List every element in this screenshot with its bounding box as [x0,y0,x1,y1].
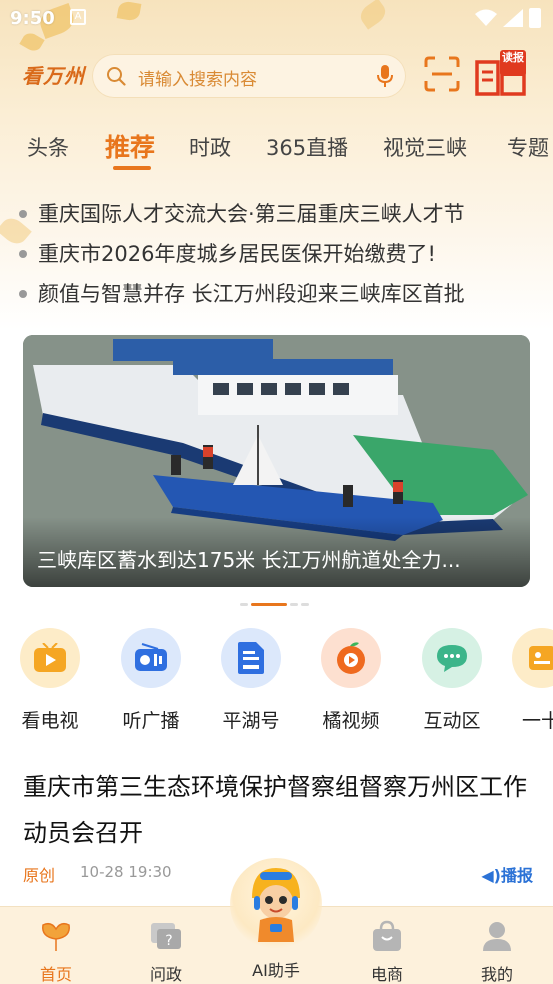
tv-icon [20,628,80,688]
shortcut-label: 听广播 [122,710,180,732]
nav-profile[interactable]: 我的 [457,919,537,984]
status-bar: 9:50 A [0,0,553,36]
shortcut-tv[interactable]: 看电视 [10,628,90,733]
headline-item[interactable]: 颜值与智慧并存 长江万州段迎来三峡库区首批 [16,276,553,316]
svg-text:?: ? [165,933,172,949]
shortcut-radio[interactable]: 听广播 [111,628,191,733]
shortcut-label: 平湖号 [222,710,280,732]
tab-politics[interactable]: 时政 [189,132,231,162]
tab-visual-sanxia[interactable]: 视觉三峡 [383,132,467,162]
speaker-icon: ◀) [481,866,501,885]
orange-video-icon [321,628,381,688]
shortcut-label: 橘视频 [322,710,380,732]
notification-icon: A [70,9,86,25]
home-leaf-icon [42,922,70,951]
shortcut-grid: 看电视 听广播 平湖号 橘视频 互动区 一十 [0,628,553,738]
shortcut-interaction[interactable]: 互动区 [412,628,492,733]
nav-label: 电商 [370,965,403,984]
nav-label: 问政 [149,965,182,984]
carousel-dot [301,603,309,606]
read-aloud-label: 播报 [500,866,533,885]
chat-icon [422,628,482,688]
search-icon [107,67,126,86]
shortcut-orange-video[interactable]: 橘视频 [311,628,391,733]
shortcut-label: 看电视 [21,710,79,732]
nav-label: 我的 [480,965,513,984]
carousel-dot [240,603,248,606]
bullet-dot [19,210,27,218]
nav-label: AI助手 [252,961,300,980]
shortcut-pinghu[interactable]: 平湖号 [211,628,291,733]
banner-title: 三峡库区蓄水到达175米 长江万州航道处全力... [37,548,461,572]
ai-assistant-button[interactable] [230,858,322,950]
tab-recommend[interactable]: 推荐 [105,128,155,164]
shortcut-more[interactable]: 一十 [512,628,553,733]
nav-inquiry[interactable]: ? 问政 [126,919,206,984]
headline-item[interactable]: 重庆市2026年度城乡居民医保开始缴费了! [16,236,553,276]
nav-label: 首页 [39,965,72,984]
headline-text: 重庆国际人才交流大会·第三届重庆三峡人才节 [38,202,465,226]
headline-text: 颜值与智慧并存 长江万州段迎来三峡库区首批 [38,282,465,306]
ai-mascot-icon [252,868,300,942]
read-badge-text: 读报 [502,51,524,64]
carousel-indicator [240,603,309,607]
search-bar[interactable]: 请输入搜索内容 [92,54,406,98]
app-header: 看万州 请输入搜索内容 读报 [0,48,553,104]
article-time: 10-28 19:30 [80,863,172,881]
bullet-dot [19,290,27,298]
shortcut-label: 一十 [522,710,553,732]
card-icon [512,628,553,688]
question-icon: ? [151,923,181,949]
banner-caption-overlay: 三峡库区蓄水到达175米 长江万州航道处全力... [23,517,530,587]
status-icons [475,8,541,28]
nav-home[interactable]: 首页 [16,919,96,984]
document-icon [221,628,281,688]
tab-topics[interactable]: 专题 [507,132,549,162]
radio-icon [121,628,181,688]
app-logo: 看万州 [22,64,85,88]
microphone-icon[interactable] [376,64,394,88]
wifi-icon [475,9,497,26]
article-title: 重庆市第三生态环境保护督察组督察万州区工作动员会召开 [23,773,527,847]
tab-headline[interactable]: 头条 [27,132,69,162]
shop-bag-icon [373,920,401,951]
shortcut-label: 互动区 [423,710,481,732]
headline-text: 重庆市2026年度城乡居民医保开始缴费了! [38,242,436,266]
read-aloud-button[interactable]: ◀)播报 [481,862,533,886]
tab-live365[interactable]: 365直播 [266,132,348,162]
news-carousel[interactable]: 三峡库区蓄水到达175米 长江万州航道处全力... [23,335,530,587]
user-icon [483,922,511,951]
headline-list: 重庆国际人才交流大会·第三届重庆三峡人才节 重庆市2026年度城乡居民医保开始缴… [16,196,553,316]
search-placeholder: 请输入搜索内容 [138,70,257,90]
nav-shop[interactable]: 电商 [347,919,427,984]
carousel-dot-active [251,603,287,606]
carousel-dot [290,603,298,606]
active-tab-indicator [113,166,151,170]
bullet-dot [19,250,27,258]
battery-icon [529,8,541,28]
scan-icon[interactable] [424,56,460,92]
headline-item[interactable]: 重庆国际人才交流大会·第三届重庆三峡人才节 [16,196,553,236]
channel-tabs: 头条 推荐 时政 365直播 视觉三峡 专题 [0,126,553,172]
signal-icon [503,9,523,27]
status-time: 9:50 [10,8,55,29]
article-card[interactable]: 重庆市第三生态环境保护督察组督察万州区工作动员会召开 [23,764,528,856]
article-source: 原创 [23,866,56,885]
